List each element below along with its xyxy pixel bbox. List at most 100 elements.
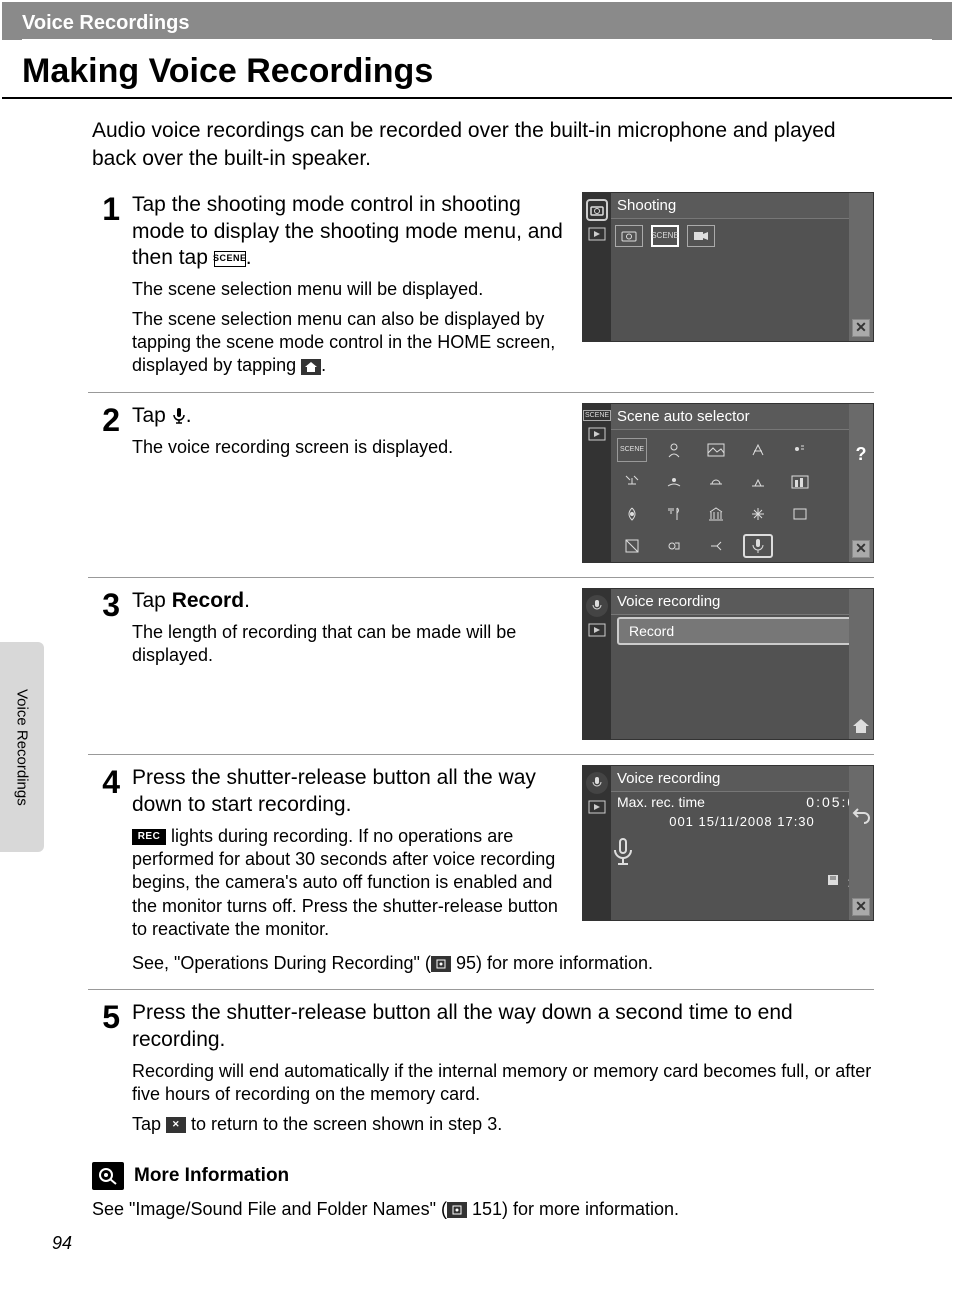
screen-left-col: SCENE xyxy=(583,404,611,562)
max-rec-label: Max. rec. time xyxy=(617,794,705,810)
playback-icon[interactable] xyxy=(588,623,606,637)
scene-icon: SCENE xyxy=(214,251,246,267)
more-info-section: More Information See "Image/Sound File a… xyxy=(92,1162,934,1221)
more-info-text-b: 151) for more information. xyxy=(467,1199,679,1219)
step-number: 1 xyxy=(88,192,120,378)
scene-portrait-icon[interactable] xyxy=(659,438,689,462)
step-5: 5 Press the shutter-release button all t… xyxy=(88,989,874,1150)
mode-row: SCENE xyxy=(611,219,873,253)
step-2: 2 Tap . The voice recording screen is di… xyxy=(88,392,874,577)
scene-night-landscape-icon[interactable] xyxy=(785,470,815,494)
scene-auto-icon[interactable]: SCENE xyxy=(617,438,647,462)
file-info: 001 15/11/2008 17:30 xyxy=(611,812,873,831)
scene-draw-icon[interactable] xyxy=(701,534,731,558)
scene-copy-icon[interactable] xyxy=(785,502,815,526)
scene-fireworks-icon[interactable] xyxy=(743,502,773,526)
screen-titlebar: Scene auto selector xyxy=(611,404,873,430)
step-2-sub: The voice recording screen is displayed. xyxy=(132,436,564,459)
scene-beach-icon[interactable] xyxy=(659,470,689,494)
scene-food-icon[interactable] xyxy=(659,502,689,526)
scene-closeup-icon[interactable] xyxy=(617,502,647,526)
step-1-sub-c: . xyxy=(321,355,326,375)
scene-voice-recording-icon[interactable] xyxy=(743,534,773,558)
step-2-heading: Tap . xyxy=(132,403,564,430)
screen-left-col xyxy=(583,193,611,341)
screen-voice-recording-active: Voice recording Max. rec. time 0:05:00 0… xyxy=(582,765,874,921)
scene-dusk-icon[interactable] xyxy=(743,470,773,494)
screen-title: Voice recording xyxy=(617,770,720,787)
screen-shooting: Shooting SCENE ✕ xyxy=(582,192,874,342)
more-info-text-a: See "Image/Sound File and Folder Names" … xyxy=(92,1199,447,1219)
playback-icon[interactable] xyxy=(588,800,606,814)
camera-mode-icon[interactable] xyxy=(586,199,608,221)
step-2-heading-b: . xyxy=(186,404,192,427)
home-icon[interactable] xyxy=(851,717,871,735)
screen-right-col: ✕ xyxy=(849,193,873,341)
step-5-sub-b-b: to return to the screen shown in step 3. xyxy=(186,1114,502,1134)
close-icon[interactable]: ✕ xyxy=(852,319,870,337)
help-icon[interactable]: ? xyxy=(856,444,867,465)
side-tab-label: Voice Recordings xyxy=(14,689,31,806)
step-1-heading-a: Tap the shooting mode control in shootin… xyxy=(132,193,563,270)
scene-mode-icon[interactable]: SCENE xyxy=(583,410,611,421)
step-1-sub-a: The scene selection menu will be display… xyxy=(132,278,564,301)
screen-left-col xyxy=(583,766,611,920)
playback-icon[interactable] xyxy=(588,427,606,441)
step-3-heading: Tap Record. xyxy=(132,588,564,615)
step-1-sub-b-text: The scene selection menu can also be dis… xyxy=(132,309,555,376)
page-ref-icon xyxy=(447,1202,467,1218)
rec-icon: REC xyxy=(132,829,166,845)
screen-title: Voice recording xyxy=(617,593,720,610)
microphone-icon[interactable] xyxy=(586,772,608,794)
more-info-header: More Information xyxy=(92,1162,934,1190)
step-4: 4 Press the shutter-release button all t… xyxy=(88,754,874,989)
status-icons: : xyxy=(611,873,873,890)
mode-movie-icon[interactable] xyxy=(687,225,715,247)
step-number: 2 xyxy=(88,403,120,563)
step-3-heading-bold: Record xyxy=(172,589,244,612)
screen-right-col xyxy=(849,589,873,739)
section-name: Voice Recordings xyxy=(22,12,932,40)
step-5-sub-b-a: Tap xyxy=(132,1114,166,1134)
step-4-see: See, "Operations During Recording" ( 95)… xyxy=(132,952,874,975)
scene-night-portrait-icon[interactable] xyxy=(785,438,815,462)
record-button[interactable]: Record xyxy=(617,617,867,645)
step-5-sub-a: Recording will end automatically if the … xyxy=(132,1060,874,1107)
scene-party-icon[interactable] xyxy=(617,470,647,494)
scene-sports-icon[interactable] xyxy=(743,438,773,462)
scene-backlight-icon[interactable] xyxy=(617,534,647,558)
step-number: 3 xyxy=(88,588,120,740)
screen-title: Scene auto selector xyxy=(617,408,750,425)
back-icon[interactable] xyxy=(852,806,870,824)
playback-icon[interactable] xyxy=(588,227,606,241)
max-rec-line: Max. rec. time 0:05:00 xyxy=(611,792,873,812)
scene-sunset-icon[interactable] xyxy=(701,470,731,494)
step-1: 1 Tap the shooting mode control in shoot… xyxy=(88,182,874,392)
step-4-sub: REC lights during recording. If no opera… xyxy=(132,825,564,942)
record-button-label: Record xyxy=(629,623,674,639)
step-2-heading-a: Tap xyxy=(132,404,172,427)
close-icon[interactable]: ✕ xyxy=(852,540,870,558)
scene-panorama-icon[interactable] xyxy=(659,534,689,558)
mode-scene-icon[interactable]: SCENE xyxy=(651,225,679,247)
step-3: 3 Tap Record. The length of recording th… xyxy=(88,577,874,754)
scene-landscape-icon[interactable] xyxy=(701,438,731,462)
screen-titlebar: Shooting xyxy=(611,193,873,219)
mode-camera-icon[interactable] xyxy=(615,225,643,247)
screen-title: Shooting xyxy=(617,197,676,214)
close-icon[interactable]: ✕ xyxy=(852,898,870,916)
screen-titlebar: Voice recording xyxy=(611,766,873,792)
page-number: 94 xyxy=(52,1233,72,1254)
screen-right-col: ? ✕ xyxy=(849,404,873,562)
section-header: Voice Recordings xyxy=(2,2,952,40)
page-title: Making Voice Recordings xyxy=(2,44,952,99)
close-icon-inline: ✕ xyxy=(166,1117,186,1133)
microphone-icon[interactable] xyxy=(586,595,608,617)
card-icon xyxy=(827,873,843,887)
step-number: 4 xyxy=(88,765,120,975)
step-3-sub: The length of recording that can be made… xyxy=(132,621,564,668)
step-3-heading-b: . xyxy=(244,589,250,612)
scene-museum-icon[interactable] xyxy=(701,502,731,526)
step-5-heading: Press the shutter-release button all the… xyxy=(132,1000,874,1054)
step-4-see-page: 95) for more information. xyxy=(451,953,653,973)
